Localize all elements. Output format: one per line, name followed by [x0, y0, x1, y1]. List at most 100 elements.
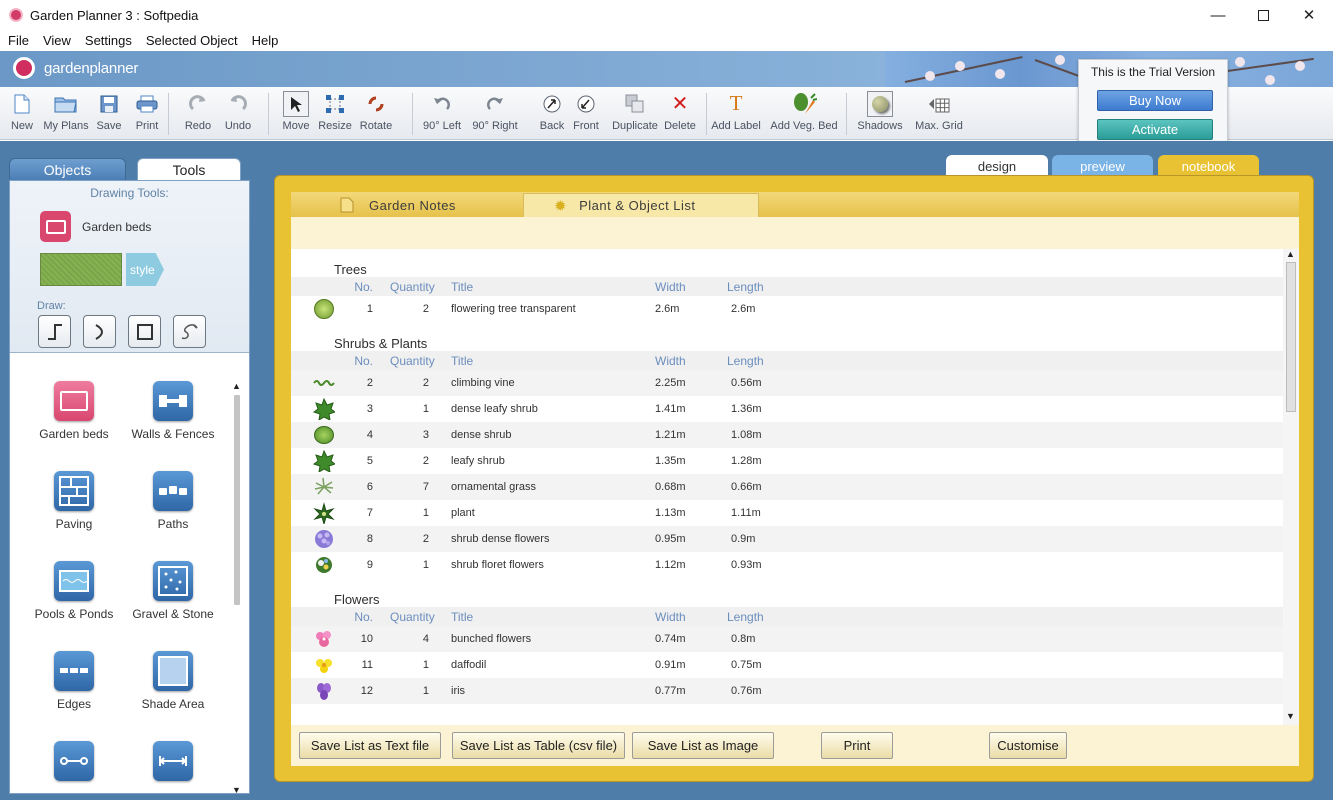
undo-button[interactable]: Undo	[222, 87, 254, 140]
dimension-object[interactable]	[123, 741, 223, 781]
customise-button[interactable]: Customise	[989, 732, 1067, 759]
menu-file[interactable]: File	[8, 33, 29, 48]
notebook-subtabs: Garden Notes ✹ Plant & Object List	[291, 192, 1299, 217]
delete-button[interactable]: ✕ Delete	[662, 87, 698, 140]
iris-icon	[313, 681, 335, 701]
minimize-icon[interactable]: —	[1195, 0, 1241, 30]
new-button[interactable]: New	[8, 87, 36, 140]
buy-now-button[interactable]: Buy Now	[1097, 90, 1213, 111]
save-csv-button[interactable]: Save List as Table (csv file)	[452, 732, 625, 759]
notebook-panel: Garden Notes ✹ Plant & Object List Trees…	[274, 175, 1314, 782]
scroll-thumb[interactable]	[1286, 262, 1296, 412]
save-image-button[interactable]: Save List as Image	[632, 732, 774, 759]
paving-object[interactable]: Paving	[24, 471, 124, 532]
connector-object[interactable]	[24, 741, 124, 781]
menu-help[interactable]: Help	[252, 33, 279, 48]
duplicate-button[interactable]: Duplicate	[610, 87, 660, 140]
table-row[interactable]: 11 1 daffodil 0.91m 0.75m	[291, 652, 1284, 678]
walls-fences-icon	[153, 381, 193, 421]
tab-design[interactable]: design	[946, 155, 1048, 177]
shadows-button[interactable]: Shadows	[854, 87, 906, 140]
text-icon: T	[729, 91, 743, 115]
pools-ponds-object[interactable]: Pools & Ponds	[24, 561, 124, 622]
gravel-stone-icon	[153, 561, 193, 601]
freehand-icon[interactable]	[173, 315, 206, 348]
delete-icon: ✕	[671, 93, 689, 115]
rotate-right-icon	[485, 87, 505, 120]
table-row[interactable]: 12 1 iris 0.77m 0.76m	[291, 678, 1284, 704]
curve-icon[interactable]	[83, 315, 116, 348]
table-row[interactable]: 10 4 bunched flowers 0.74m 0.8m	[291, 626, 1284, 652]
menu-view[interactable]: View	[43, 33, 71, 48]
send-back-button[interactable]: Back	[536, 87, 568, 140]
tab-garden-notes[interactable]: Garden Notes	[291, 193, 523, 217]
list-scrollbar[interactable]: ▲ ▼	[1283, 249, 1299, 725]
menu-selected-object[interactable]: Selected Object	[146, 33, 238, 48]
logo-text: gardenplanner	[44, 59, 139, 77]
rotate-90-right-button[interactable]: 90° Right	[470, 87, 520, 140]
save-text-button[interactable]: Save List as Text file	[299, 732, 441, 759]
rotate-90-left-button[interactable]: 90° Left	[420, 87, 464, 140]
print-button[interactable]: Print	[132, 87, 162, 140]
menu-settings[interactable]: Settings	[85, 33, 132, 48]
app-icon	[9, 8, 23, 22]
table-row[interactable]: 2 2 climbing vine 2.25m 0.56m	[291, 370, 1284, 396]
duplicate-icon	[625, 87, 645, 120]
redo-button[interactable]: Redo	[182, 87, 214, 140]
scroll-up-icon[interactable]: ▲	[1286, 249, 1295, 259]
shade-area-object[interactable]: Shade Area	[123, 651, 223, 712]
maximize-icon[interactable]	[1240, 0, 1286, 30]
edges-object[interactable]: Edges	[24, 651, 124, 712]
tab-tools[interactable]: Tools	[137, 158, 241, 181]
rectangle-icon[interactable]	[128, 315, 161, 348]
table-row[interactable]: 6 7 ornamental grass 0.68m 0.66m	[291, 474, 1284, 500]
table-row[interactable]: 5 2 leafy shrub 1.35m 1.28m	[291, 448, 1284, 474]
tab-objects[interactable]: Objects	[9, 158, 126, 181]
veg-bed-icon	[791, 87, 817, 120]
draw-label: Draw:	[37, 300, 66, 312]
paths-object[interactable]: Paths	[123, 471, 223, 532]
scroll-up-icon[interactable]: ▲	[232, 381, 241, 391]
bring-front-button[interactable]: Front	[570, 87, 602, 140]
add-label-button[interactable]: T Add Label	[710, 87, 762, 140]
table-row[interactable]: 8 2 shrub dense flowers 0.95m 0.9m	[291, 526, 1284, 552]
move-button[interactable]: Move	[280, 87, 312, 140]
table-row[interactable]: 1 2 flowering tree transparent 2.6m 2.6m	[291, 296, 1284, 322]
table-row[interactable]: 3 1 dense leafy shrub 1.41m 1.36m	[291, 396, 1284, 422]
save-button[interactable]: Save	[94, 87, 124, 140]
close-icon[interactable]: ✕	[1286, 0, 1332, 30]
activate-button[interactable]: Activate	[1097, 119, 1213, 140]
style-button[interactable]: style	[126, 253, 164, 286]
objects-scrollbar[interactable]: ▲ ▼	[229, 381, 245, 799]
gravel-stone-object[interactable]: Gravel & Stone	[123, 561, 223, 622]
style-swatch[interactable]	[40, 253, 122, 286]
max-grid-button[interactable]: Max. Grid	[912, 87, 966, 140]
table-row[interactable]: 4 3 dense shrub 1.21m 1.08m	[291, 422, 1284, 448]
resize-button[interactable]: Resize	[316, 87, 354, 140]
scroll-down-icon[interactable]: ▼	[232, 785, 241, 795]
garden-bed-tool-icon[interactable]	[40, 211, 71, 242]
scroll-down-icon[interactable]: ▼	[1286, 711, 1295, 721]
plant-object-list: Trees No. Quantity Title Width Length 1 …	[291, 249, 1299, 725]
table-row[interactable]: 7 1 plant 1.13m 1.11m	[291, 500, 1284, 526]
resize-icon	[325, 87, 345, 120]
garden-beds-object[interactable]: Garden beds	[24, 381, 124, 442]
flower-shrub-icon	[313, 529, 335, 549]
move-cursor-icon	[283, 87, 309, 120]
add-veg-bed-button[interactable]: Add Veg. Bed	[768, 87, 840, 140]
tab-preview[interactable]: preview	[1052, 155, 1153, 177]
daffodil-icon	[313, 655, 335, 675]
dimension-icon	[153, 741, 193, 781]
leafy-shrub-icon	[313, 450, 335, 472]
walls-fences-object[interactable]: Walls & Fences	[123, 381, 223, 442]
rotate-button[interactable]: Rotate	[358, 87, 394, 140]
scroll-thumb[interactable]	[234, 395, 240, 605]
send-back-icon	[542, 87, 562, 120]
my-plans-button[interactable]: My Plans	[42, 87, 90, 140]
tab-notebook[interactable]: notebook	[1158, 155, 1259, 177]
tab-plant-object-list[interactable]: ✹ Plant & Object List	[523, 193, 759, 217]
window-title: Garden Planner 3 : Softpedia	[30, 7, 199, 23]
table-row[interactable]: 9 1 shrub floret flowers 1.12m 0.93m	[291, 552, 1284, 578]
straight-line-icon[interactable]	[38, 315, 71, 348]
print-list-button[interactable]: Print	[821, 732, 893, 759]
